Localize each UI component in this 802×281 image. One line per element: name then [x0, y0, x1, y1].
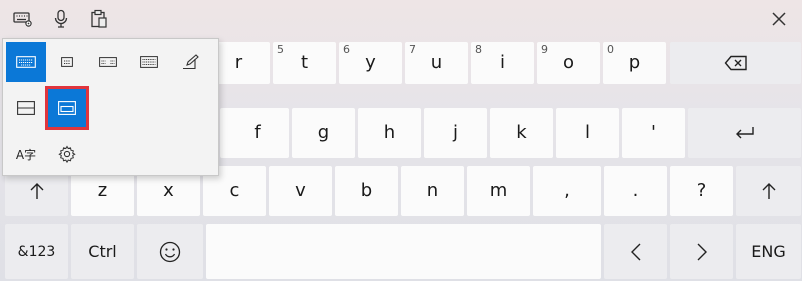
- key-secondary: 6: [343, 43, 350, 56]
- docked-option[interactable]: [6, 88, 46, 128]
- chevron-right-icon: [697, 243, 707, 260]
- key-label: ENG: [751, 241, 786, 261]
- docked-keyboard-icon: [17, 101, 35, 115]
- key-label: v: [295, 180, 306, 201]
- key-g[interactable]: g: [292, 108, 355, 158]
- keyboard-topbar: [0, 0, 802, 38]
- key-secondary: 0: [607, 43, 614, 56]
- key-m[interactable]: m: [467, 166, 530, 216]
- key-label: g: [317, 122, 330, 143]
- split-keyboard-icon: [99, 57, 117, 67]
- key-comma[interactable]: ,: [533, 166, 601, 216]
- key-label: ,: [564, 180, 570, 201]
- key-y[interactable]: 6y: [339, 42, 402, 84]
- key-label: i: [499, 52, 505, 73]
- keyboard-settings-option[interactable]: [47, 134, 87, 174]
- small-keyboard-icon: [61, 57, 73, 67]
- key-label: z: [97, 180, 108, 201]
- shift-arrow-up-icon: [762, 183, 775, 199]
- shift-right-key[interactable]: [736, 166, 801, 216]
- key-label: &123: [17, 243, 56, 260]
- layout-small-option[interactable]: [47, 42, 87, 82]
- key-label: p: [628, 52, 641, 73]
- key-label: n: [426, 180, 439, 201]
- key-label: m: [489, 180, 508, 201]
- key-label: t: [300, 52, 309, 73]
- key-label: b: [360, 180, 373, 201]
- key-label: Ctrl: [88, 241, 117, 261]
- undocked-option[interactable]: [45, 86, 89, 130]
- key-secondary: 9: [541, 43, 548, 56]
- key-secondary: 7: [409, 43, 416, 56]
- key-label: ?: [696, 180, 707, 201]
- key-label: c: [229, 180, 240, 201]
- key-label: l: [584, 122, 590, 143]
- smiley-icon: [159, 241, 181, 262]
- arrow-left-key[interactable]: [604, 224, 667, 279]
- key-label: f: [254, 122, 261, 143]
- key-label: j: [452, 122, 458, 143]
- backspace-key[interactable]: [670, 42, 801, 84]
- key-b[interactable]: b: [335, 166, 398, 216]
- key-label: o: [562, 52, 574, 73]
- handwriting-icon: [183, 54, 199, 70]
- ctrl-key[interactable]: Ctrl: [71, 224, 134, 279]
- key-secondary: 5: [277, 43, 284, 56]
- layout-traditional-option[interactable]: [129, 42, 169, 82]
- emoji-key[interactable]: [137, 224, 203, 279]
- key-p[interactable]: 0p: [603, 42, 666, 84]
- keyboard-settings-icon[interactable]: [11, 7, 35, 31]
- key-l[interactable]: l: [556, 108, 619, 158]
- key-u[interactable]: 7u: [405, 42, 468, 84]
- chevron-left-icon: [630, 243, 640, 260]
- key-label: y: [365, 52, 376, 73]
- traditional-keyboard-icon: [140, 56, 158, 68]
- layout-default-option[interactable]: [6, 42, 46, 82]
- key-label: ': [651, 122, 656, 143]
- clipboard-icon[interactable]: [87, 7, 111, 31]
- key-t[interactable]: 5t: [273, 42, 336, 84]
- key-label: k: [516, 122, 527, 143]
- close-icon[interactable]: [767, 7, 791, 31]
- key-h[interactable]: h: [358, 108, 421, 158]
- key-label: .: [632, 180, 639, 201]
- microphone-icon[interactable]: [49, 7, 73, 31]
- key-question[interactable]: ?: [670, 166, 733, 216]
- key-label: x: [163, 180, 174, 201]
- key-v[interactable]: v: [269, 166, 332, 216]
- keyboard-layout-popup: A字: [2, 38, 219, 176]
- key-i[interactable]: 8i: [471, 42, 534, 84]
- settings-gear-icon: [58, 145, 76, 163]
- key-label: h: [383, 122, 396, 143]
- enter-key[interactable]: [688, 108, 801, 158]
- key-f[interactable]: f: [226, 108, 289, 158]
- key-k[interactable]: k: [490, 108, 553, 158]
- ime-label: A字: [15, 147, 37, 162]
- numbers-symbols-key[interactable]: &123: [5, 224, 68, 279]
- layout-handwriting-option[interactable]: [171, 42, 211, 82]
- key-secondary: 8: [475, 43, 482, 56]
- key-j[interactable]: j: [424, 108, 487, 158]
- enter-icon: [735, 127, 754, 139]
- key-label: r: [234, 52, 243, 73]
- undocked-keyboard-icon: [58, 101, 76, 115]
- arrow-right-key[interactable]: [670, 224, 733, 279]
- backspace-icon: [724, 55, 747, 71]
- space-key[interactable]: [206, 224, 601, 279]
- ime-option[interactable]: A字: [6, 134, 46, 174]
- key-n[interactable]: n: [401, 166, 464, 216]
- key-o[interactable]: 9o: [537, 42, 600, 84]
- language-key[interactable]: ENG: [736, 224, 801, 279]
- layout-split-option[interactable]: [88, 42, 128, 82]
- key-apostrophe[interactable]: ': [622, 108, 685, 158]
- key-period[interactable]: .: [604, 166, 667, 216]
- shift-arrow-up-icon: [30, 183, 43, 199]
- key-label: u: [430, 52, 443, 73]
- default-keyboard-icon: [16, 56, 36, 68]
